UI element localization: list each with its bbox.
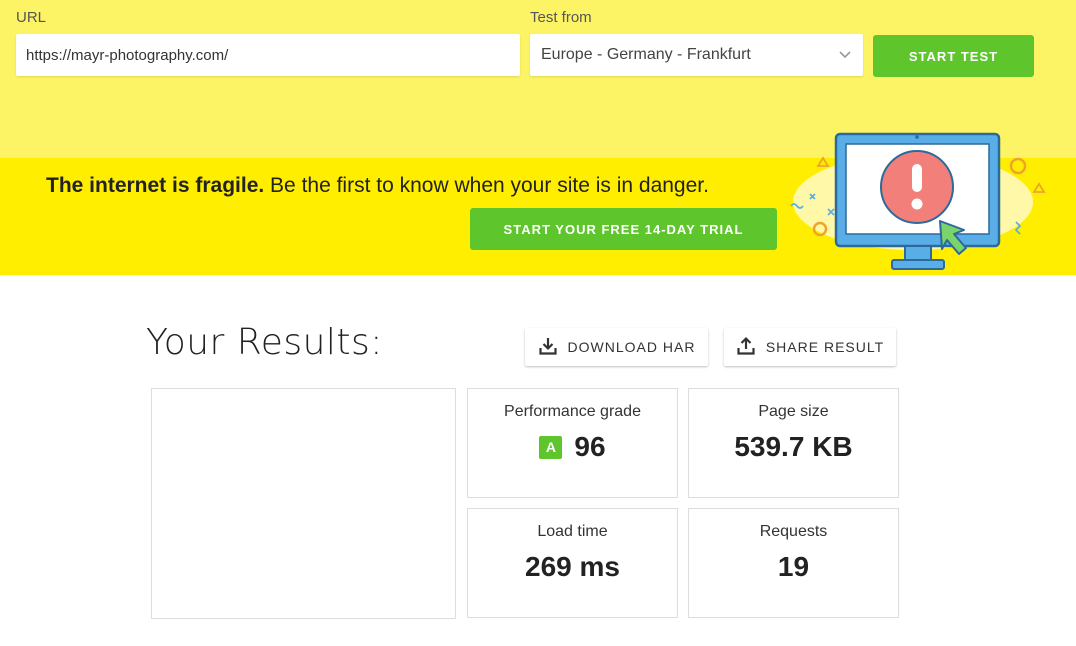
start-test-button[interactable]: START TEST — [873, 35, 1034, 77]
performance-grade-label: Performance grade — [504, 403, 641, 420]
free-trial-button[interactable]: START YOUR FREE 14-DAY TRIAL — [470, 208, 777, 250]
test-from-label: Test from — [530, 9, 592, 26]
share-icon — [736, 336, 756, 359]
banner-headline-bold: The internet is fragile. — [46, 174, 265, 197]
download-icon — [538, 336, 558, 359]
download-har-button[interactable]: DOWNLOAD HAR — [525, 328, 708, 366]
results-title: Your Results: — [146, 322, 383, 363]
grade-badge: A — [539, 435, 563, 459]
requests-card: Requests 19 — [688, 508, 899, 618]
requests-label: Requests — [759, 523, 828, 540]
performance-grade-value: 96 — [574, 431, 606, 462]
performance-grade-value-row: A 96 — [468, 431, 677, 463]
requests-value: 19 — [777, 551, 810, 582]
load-time-value: 269 ms — [525, 551, 620, 582]
download-har-label: DOWNLOAD HAR — [567, 339, 696, 355]
url-label: URL — [16, 9, 47, 26]
banner-headline: The internet is fragile. Be the first to… — [46, 174, 709, 198]
load-time-label: Load time — [537, 523, 608, 540]
load-time-card: Load time 269 ms — [467, 508, 678, 618]
share-result-button[interactable]: SHARE RESULT — [724, 328, 896, 366]
page-size-card: Page size 539.7 KB — [688, 388, 899, 498]
page-screenshot — [151, 388, 456, 619]
url-input[interactable] — [16, 34, 520, 76]
page-size-value: 539.7 KB — [734, 431, 853, 462]
chevron-down-icon — [838, 48, 852, 62]
share-result-label: SHARE RESULT — [765, 339, 885, 355]
test-from-value: Europe - Germany - Frankfurt — [541, 46, 751, 63]
performance-grade-card: Performance grade A 96 — [467, 388, 678, 498]
banner-headline-rest: Be the first to know when your site is i… — [264, 174, 709, 197]
page-size-label: Page size — [758, 403, 829, 420]
test-from-select[interactable]: Europe - Germany - Frankfurt — [530, 34, 863, 76]
monitor-alert-icon — [790, 132, 1046, 270]
